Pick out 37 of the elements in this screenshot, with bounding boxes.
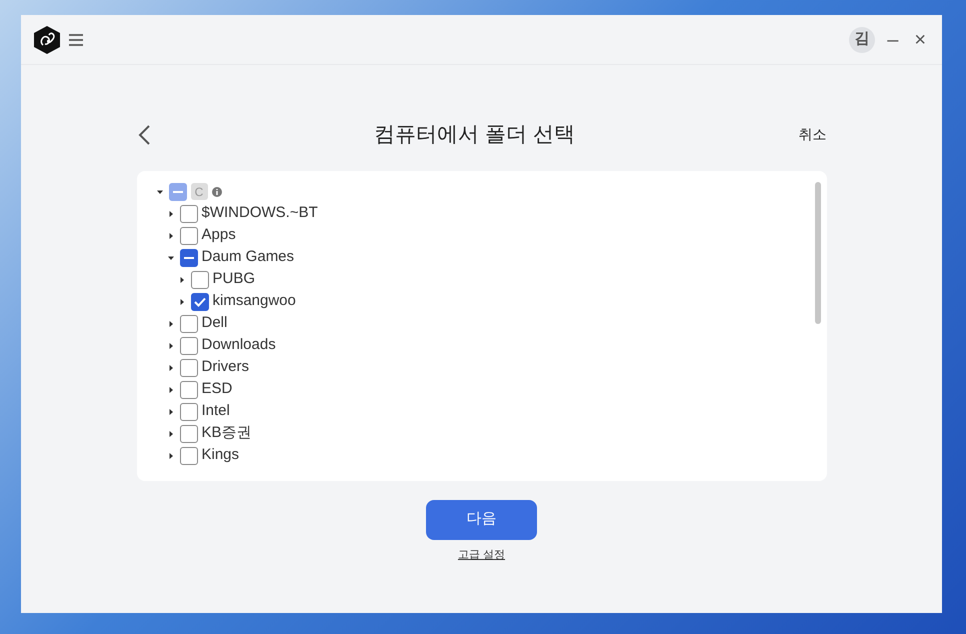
folder-name[interactable]: Dell [202,312,228,335]
checkbox[interactable] [168,182,186,200]
checkbox[interactable] [180,402,198,420]
folder-name[interactable]: Daum Games [202,246,294,269]
folder-name[interactable]: KB증권 [202,422,252,445]
checkbox[interactable] [180,424,198,442]
advanced-settings-link[interactable]: 고급 설정 [458,546,506,563]
checkbox[interactable] [180,336,198,354]
checkbox[interactable] [180,380,198,398]
scrollbar-thumb[interactable] [814,182,820,324]
folder-name[interactable]: ESD [202,378,232,401]
minimize-button[interactable]: – [883,30,902,50]
info-icon[interactable] [212,186,222,196]
checkbox[interactable] [180,204,198,222]
checkbox[interactable] [180,248,198,266]
folder-name[interactable]: $WINDOWS.~BT [202,202,318,225]
checkbox[interactable] [190,292,208,310]
checkbox[interactable] [180,358,198,376]
folder-name[interactable]: Downloads [202,334,276,357]
folder-name[interactable]: Intel [202,400,230,423]
checkbox[interactable] [180,314,198,332]
folder-name[interactable]: Drivers [202,356,249,379]
next-button[interactable]: 다음 [426,500,537,540]
checkbox[interactable] [180,226,198,244]
app-logo-icon [33,24,61,54]
user-avatar[interactable]: 김 [849,26,876,52]
checkbox[interactable] [190,270,208,288]
folder-name[interactable]: Apps [202,224,236,247]
close-button[interactable]: × [910,30,930,50]
folder-name[interactable]: kimsangwoo [212,290,296,313]
page-title: 컴퓨터에서 폴더 선택 [374,122,575,148]
cancel-link[interactable]: 취소 [798,124,826,146]
checkbox[interactable] [180,446,198,464]
back-icon[interactable] [136,124,150,146]
folder-name[interactable]: PUBG [212,268,256,291]
folder-name[interactable]: Kings [202,444,240,467]
menu-icon[interactable] [69,34,83,46]
